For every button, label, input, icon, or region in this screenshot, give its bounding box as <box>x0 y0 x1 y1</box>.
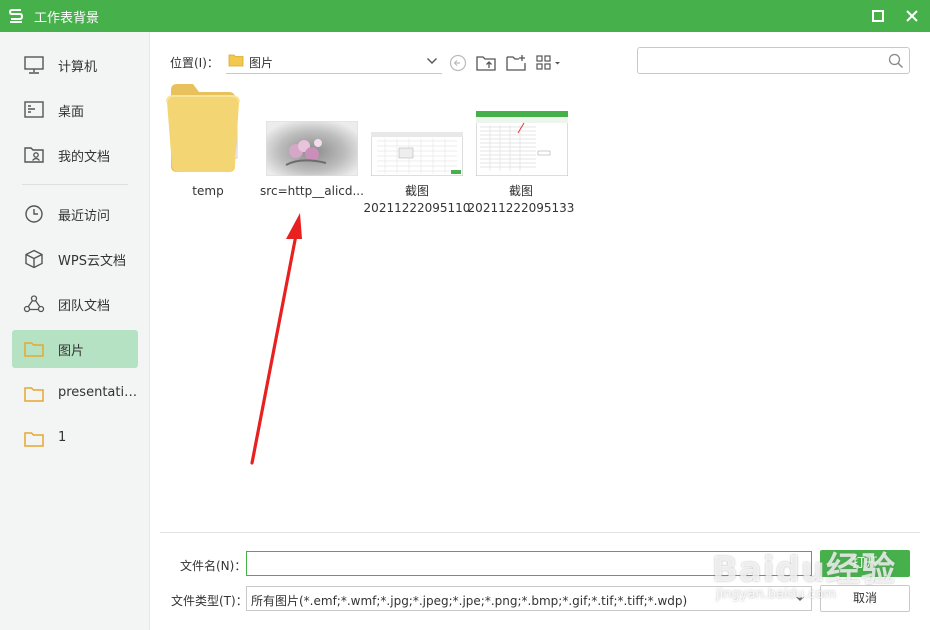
file-item-screenshot-2[interactable]: 截图 20211222095133 <box>466 80 576 220</box>
location-dropdown[interactable]: 图片 <box>226 48 442 74</box>
window-title: 工作表背景 <box>34 11 100 26</box>
sidebar-item-pictures[interactable]: 图片 <box>12 330 138 368</box>
chevron-down-icon <box>796 597 804 601</box>
bottom-divider <box>160 532 920 533</box>
maximize-icon[interactable] <box>866 4 890 28</box>
sidebar-item-label: 计算机 <box>58 60 98 75</box>
filetype-value: 所有图片(*.emf;*.wmf;*.jpg;*.jpeg;*.jpe;*.pn… <box>251 594 688 608</box>
filename-input[interactable] <box>246 551 812 576</box>
search-box[interactable] <box>637 47 910 74</box>
image-thumbnail <box>371 132 463 176</box>
file-name-timestamp: 20211222095133 <box>467 201 575 215</box>
annotation-arrow <box>250 213 302 465</box>
folder-icon <box>24 387 44 402</box>
image-thumbnail <box>476 111 568 176</box>
team-icon <box>23 295 45 313</box>
file-name: temp <box>192 184 224 198</box>
sidebar-item-label: 图片 <box>58 344 85 359</box>
sidebar-item-1[interactable]: 1 <box>12 420 138 458</box>
up-folder-icon[interactable] <box>475 53 497 73</box>
location-label: 位置(I)： <box>170 56 219 70</box>
close-icon[interactable] <box>900 4 924 28</box>
folder-icon <box>24 432 44 447</box>
file-item-temp[interactable]: temp <box>153 80 263 220</box>
filetype-label: 文件类型(T)： <box>171 594 248 608</box>
my-documents-icon <box>24 147 44 163</box>
sidebar-item-label: 1 <box>58 430 67 445</box>
file-name-timestamp: 20211222095110 <box>363 201 471 215</box>
folder-icon <box>228 54 244 67</box>
wps-logo-icon <box>8 9 24 23</box>
image-thumbnail <box>266 121 358 176</box>
sidebar-item-label: 桌面 <box>58 105 85 120</box>
file-name: src=http__alicd... <box>260 184 364 198</box>
search-icon[interactable] <box>888 53 904 69</box>
sidebar-item-presentation[interactable]: presentatio... <box>12 375 138 413</box>
file-name: 截图 <box>508 184 533 198</box>
sidebar: 计算机 桌面 我的文档 最近访问 WPS云文档 团队文档 图片 presenta… <box>0 32 150 630</box>
sidebar-item-label: WPS云文档 <box>58 254 126 269</box>
sidebar-item-desktop[interactable]: 桌面 <box>12 91 138 129</box>
chevron-down-icon <box>427 58 437 64</box>
sidebar-item-label: 最近访问 <box>58 209 111 224</box>
folder-thumbnail <box>166 84 240 172</box>
sidebar-item-wps-cloud[interactable]: WPS云文档 <box>12 240 138 278</box>
file-name: 截图 <box>404 184 429 198</box>
filetype-select[interactable]: 所有图片(*.emf;*.wmf;*.jpg;*.jpeg;*.jpe;*.pn… <box>246 586 812 611</box>
folder-icon <box>24 342 44 357</box>
back-icon[interactable] <box>447 53 469 73</box>
sidebar-item-team-docs[interactable]: 团队文档 <box>12 285 138 323</box>
sidebar-item-computer[interactable]: 计算机 <box>12 46 138 84</box>
file-dialog-window: 工作表背景 计算机 桌面 我的文档 最近访问 WPS云文档 团队文档 图片 pr… <box>0 0 930 630</box>
location-value: 图片 <box>249 56 274 70</box>
sidebar-divider <box>22 184 128 185</box>
computer-icon <box>24 56 44 74</box>
sidebar-item-label: 我的文档 <box>58 150 111 165</box>
open-button[interactable]: 打开 <box>820 550 910 577</box>
sidebar-item-label: 团队文档 <box>58 299 111 314</box>
file-item-src[interactable]: src=http__alicd... <box>257 80 367 220</box>
filename-label: 文件名(N)： <box>180 559 247 573</box>
view-grid-icon[interactable] <box>535 53 565 73</box>
file-item-screenshot-1[interactable]: 截图 20211222095110 <box>362 80 472 220</box>
sidebar-item-my-documents[interactable]: 我的文档 <box>12 136 138 174</box>
sidebar-item-label: presentatio... <box>58 385 138 400</box>
sidebar-item-recent[interactable]: 最近访问 <box>12 195 138 233</box>
cancel-button[interactable]: 取消 <box>820 585 910 612</box>
cloud-cube-icon <box>25 249 43 269</box>
desktop-icon <box>24 101 44 118</box>
clock-icon <box>25 205 43 223</box>
new-folder-icon[interactable] <box>505 53 527 73</box>
title-bar: 工作表背景 <box>0 0 930 32</box>
